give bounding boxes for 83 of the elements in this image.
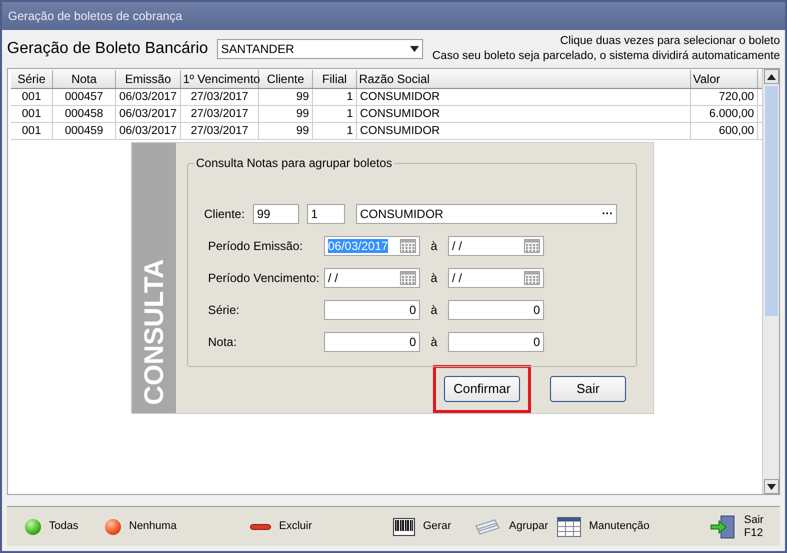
column-header[interactable]: Valor [691,70,758,88]
hint-text: Caso seu boleto seja parcelado, o sistema dividirá automaticamente [432,49,780,64]
table-cell: 001 [11,89,53,105]
table-cell: 06/03/2017 [116,106,181,122]
barcode-icon [393,518,415,536]
table-cell: 06/03/2017 [116,123,181,139]
field-label: Série: [208,302,240,319]
number-field[interactable]: 0 [324,300,420,320]
calendar-icon[interactable] [400,239,416,253]
table-cell: 600,00 [691,123,758,139]
toolbar-button[interactable]: Gerar [393,518,452,536]
date-field[interactable]: / / [448,236,544,256]
table-cell: CONSUMIDOR [357,123,691,139]
table-cell: 720,00 [691,89,758,105]
calendar-icon[interactable] [400,271,416,285]
window-title: Geração de boletos de cobrança [8,8,182,25]
table-cell: 99 [259,89,313,105]
toolbar-button[interactable]: Sair F12 [710,514,764,540]
toolbar-button[interactable]: Nenhuma [105,518,177,534]
exit-door-icon [710,514,736,538]
toolbar-button[interactable]: Agrupar [475,518,548,536]
table-cell: 27/03/2017 [181,89,259,105]
number-field[interactable]: 0 [448,332,544,352]
table-cell: 001 [11,123,53,139]
table-cell: 001 [11,106,53,122]
toolbar-button[interactable]: Excluir [250,520,312,533]
form-title: Geração de Boleto Bancário [7,39,208,59]
arrow-down-icon[interactable] [766,484,776,490]
scroll-up-button[interactable] [764,69,778,84]
column-header[interactable]: Emissão [116,70,181,88]
calendar-icon[interactable] [524,271,540,285]
number-field[interactable]: 0 [448,300,544,320]
toolbar-button[interactable]: Todas [25,518,78,534]
table-cell: 27/03/2017 [181,123,259,139]
column-header[interactable]: Filial [313,70,357,88]
column-header[interactable]: Cliente [259,70,313,88]
client-name-field[interactable]: CONSUMIDOR ··· [356,204,617,224]
envelopes-icon [475,518,501,536]
range-separator: à [430,238,438,255]
table-cell: CONSUMIDOR [357,89,691,105]
minus-bar-icon [250,524,271,530]
client-branch-field[interactable]: 1 [307,204,345,224]
client-code-field[interactable]: 99 [253,204,299,224]
table-cell: 99 [259,123,313,139]
dialog-button[interactable]: Sair [550,376,626,402]
field-label: Período Vencimento: [208,270,320,287]
scrollbar[interactable] [762,69,779,494]
field-label: Nota: [208,334,238,351]
table-cell: 06/03/2017 [116,89,181,105]
date-field[interactable]: / / [324,268,420,288]
table-cell: 6.000,00 [691,106,758,122]
group-title: Consulta Notas para agrupar boletos [194,155,394,171]
caret-icon[interactable] [410,46,420,52]
toolbar-button[interactable]: Manutenção [557,516,650,536]
table-cell: 1 [313,89,357,105]
table-cell: 000457 [53,89,116,105]
date-field[interactable]: / / [448,268,544,288]
table-icon [557,516,581,536]
calendar-icon[interactable] [524,239,540,253]
column-header[interactable]: Nota [53,70,116,88]
side-label: CONSULTA [140,259,168,405]
table-cell: 1 [313,106,357,122]
dialog-button[interactable]: Confirmar [444,376,520,402]
scroll-down-button[interactable] [764,479,778,494]
column-header[interactable]: Série [11,70,53,88]
arrow-up-icon[interactable] [766,74,776,80]
range-separator: à [430,302,438,319]
column-header[interactable]: Razão Social [357,70,691,88]
hint-text: Clique duas vezes para selecionar o boleto [560,34,780,49]
number-field[interactable]: 0 [324,332,420,352]
range-separator: à [430,270,438,287]
table-cell: 000458 [53,106,116,122]
table-cell: CONSUMIDOR [357,106,691,122]
field-label: Período Emissão: [208,238,304,255]
table-cell: 99 [259,106,313,122]
table-cell: 1 [313,123,357,139]
lookup-button[interactable]: ··· [602,206,613,222]
bank-dropdown[interactable]: SANTANDER [217,39,424,59]
column-header[interactable]: 1º Vencimento [181,70,259,88]
field-label: Cliente: [204,206,246,223]
table-cell: 000459 [53,123,116,139]
range-separator: à [430,334,438,351]
table-cell: 27/03/2017 [181,106,259,122]
